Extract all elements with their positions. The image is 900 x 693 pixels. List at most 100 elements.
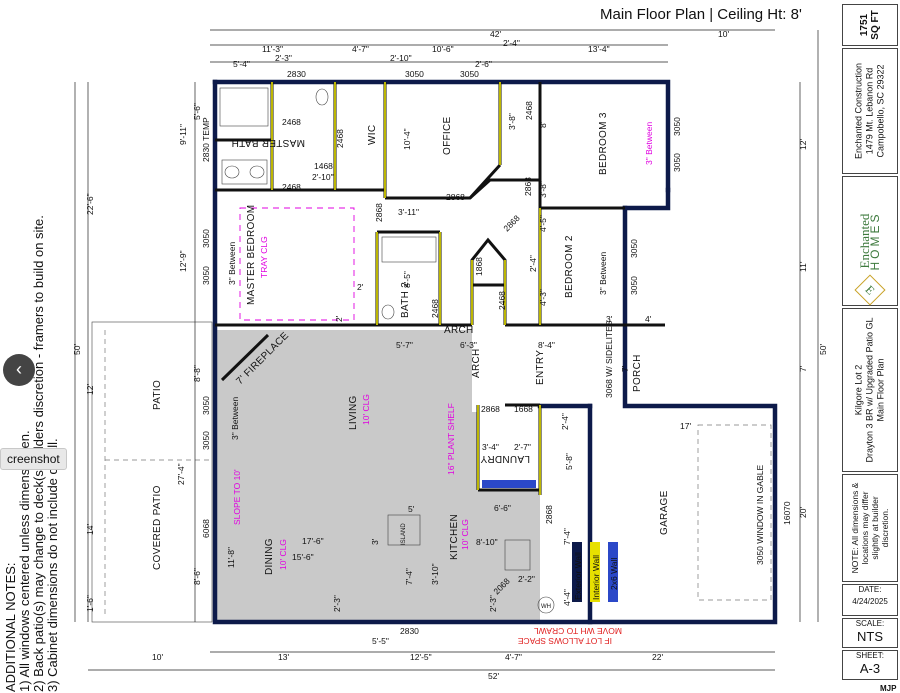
dim-2868a: 2868 [446, 192, 465, 202]
dim-2868f: 2868 [544, 505, 554, 524]
dim-bot-5-5: 5'-5" [372, 636, 389, 646]
dim-4-3: 4'-3" [538, 289, 548, 306]
legend-2x6: 2x6 Wall [609, 558, 619, 590]
dim-2-7: 2'-7" [514, 442, 531, 452]
dim-top-10: 10' [718, 29, 729, 39]
dim-3-8b: 3'-8" [538, 181, 548, 198]
dim-right-50: 50' [818, 344, 828, 355]
dim-10-4: 10'-4" [402, 128, 412, 150]
page-title: Main Floor Plan | Ceiling Ht: 8' [600, 6, 802, 23]
dim-3-8a: 3'-8" [507, 113, 517, 130]
dim-left-3050c: 3050 [201, 396, 211, 415]
between-2: 3" Between [227, 242, 237, 285]
disclaimer-line-1: NOTE: All dimensions & [850, 482, 860, 574]
builder-street: 1479 Mt. Lebanon Rd [864, 67, 875, 155]
dim-left-12-9: 12'-9" [178, 250, 188, 272]
sqft-value: 1751 [859, 13, 870, 37]
dim-2-10: 2'-10" [312, 172, 334, 182]
plant-shelf: 16" PLANT SHELF [446, 403, 456, 475]
dim-5-7: 5'-7" [396, 340, 413, 350]
dim-left-27-4: 27'-4" [176, 463, 186, 485]
island-label: ISLAND [401, 523, 407, 545]
dim-2468e: 2468 [430, 299, 440, 318]
date-label: DATE: [858, 585, 882, 594]
living-ceiling: 10' CLG [361, 394, 371, 425]
builder-city: Campobello, SC 29322 [875, 64, 886, 158]
room-master-bedroom: MASTER BEDROOM [246, 205, 257, 305]
dim-4-4: 4'-4" [562, 589, 572, 606]
dim-8-4: 8'-4" [538, 340, 555, 350]
tray-ceiling-outline [239, 207, 355, 321]
dim-2-3b: 2'-3" [488, 595, 498, 612]
dim-top-2-10: 2'-10" [390, 53, 412, 63]
dim-left-3050d: 3050 [201, 431, 211, 450]
dim-3-10: 3'-10" [430, 563, 440, 585]
dim-2c: 2' [334, 315, 344, 322]
dim-right-3050c: 3050 [629, 239, 639, 258]
dim-top-2-4: 2'-4" [503, 38, 520, 48]
date-cell: DATE: 4/24/2025 [842, 584, 898, 616]
dim-top-2830: 2830 [287, 69, 306, 79]
dim-bot-10: 10' [152, 652, 163, 662]
dim-3-11: 3'-11" [398, 207, 419, 217]
dim-2468d: 2468 [524, 101, 534, 120]
dim-top-3050a: 3050 [405, 69, 424, 79]
project-sheet-desc: Main Floor Plan [875, 358, 886, 422]
dim-15-6: 15'-6" [292, 552, 314, 562]
dim-left-temp: 2830 TEMP [201, 117, 211, 162]
arch-label-2: ARCH [471, 348, 482, 378]
dim-top-13-4: 13'-4" [588, 44, 610, 54]
dim-bot-2830: 2830 [400, 626, 419, 636]
right-dimensions: 50' 12' 11' 7' 20' 3050 3050 3050 3050 1… [629, 117, 828, 525]
dim-3-4: 3'-4" [482, 442, 499, 452]
room-garage: GARAGE [659, 490, 670, 535]
room-laundry: LAUNDRY [480, 453, 530, 464]
between-4: 3" Between [230, 397, 240, 440]
dim-8: 8' [538, 121, 548, 128]
dim-top-3050b: 3050 [460, 69, 479, 79]
project-plan: Drayton 3 BR w/ Upgraded Patio GL [864, 317, 875, 463]
disclaimer-box: NOTE: All dimensions & locations may dif… [842, 474, 898, 582]
dim-2868b: 2868 [374, 203, 384, 222]
dim-2868e: 2868 [481, 404, 500, 414]
room-bedroom2: BEDROOM 2 [564, 235, 575, 298]
disclaimer-line-3: slightly at builder [870, 496, 880, 560]
dim-5-8: 5'-8" [564, 453, 574, 470]
sidelites-label: 3068 W/ SIDELITES [604, 320, 614, 398]
dim-right-11: 11' [798, 261, 808, 272]
legend-exterior: Exterior Wall [573, 552, 583, 600]
additional-notes: ADDITIONAL NOTES: 1) All windows centere… [3, 192, 60, 692]
screenshot-tooltip: creenshot [0, 448, 67, 470]
dim-5: 5' [408, 504, 415, 514]
dim-top-5-4: 5'-4" [233, 59, 250, 69]
sqft-unit: SQ FT [870, 10, 881, 40]
previous-image-button[interactable]: ‹ [3, 354, 35, 386]
note-3: 3) Cabinet dimensions do not include c w… [45, 438, 60, 692]
dim-1868: 1868 [474, 257, 484, 276]
dim-top-4-7: 4'-7" [352, 44, 369, 54]
dim-bot-22: 22' [652, 652, 663, 662]
dim-top-10-6: 10'-6" [432, 44, 454, 54]
builder-logo: Enchanted HOMES E [842, 176, 898, 306]
dim-7: 7' [620, 365, 630, 372]
dim-4-5: 4'-5" [538, 215, 548, 232]
crawl-note-1: MOVE WH TO CRAWL [534, 626, 622, 636]
dim-left-6068: 6068 [201, 519, 211, 538]
dim-2468f: 2468 [497, 291, 507, 310]
kitchen-ceiling: 10' CLG [460, 519, 470, 550]
dim-1468: 1468 [314, 161, 333, 171]
dim-2468c: 2468 [335, 129, 345, 148]
dim-right-3050d: 3050 [629, 276, 639, 295]
room-entry: ENTRY [535, 350, 546, 385]
sheet-label: SHEET: [855, 651, 884, 660]
room-patio: PATIO [152, 380, 163, 410]
builder-address: Enchanted Construction 1479 Mt. Lebanon … [842, 48, 898, 174]
notes-heading: ADDITIONAL NOTES: [3, 562, 18, 692]
scale-value: NTS [857, 629, 883, 644]
dim-top-42: 42' [490, 29, 501, 39]
dim-2-4: 2'-4" [528, 255, 538, 272]
floor-plan-drawing: 42' 10' 11'-3" 4'-7" 10'-6" 2'-4" 13'-4"… [72, 29, 828, 681]
room-wic: WIC [367, 125, 378, 145]
room-living: LIVING [348, 395, 359, 430]
dim-left-14: 14' [85, 524, 95, 535]
